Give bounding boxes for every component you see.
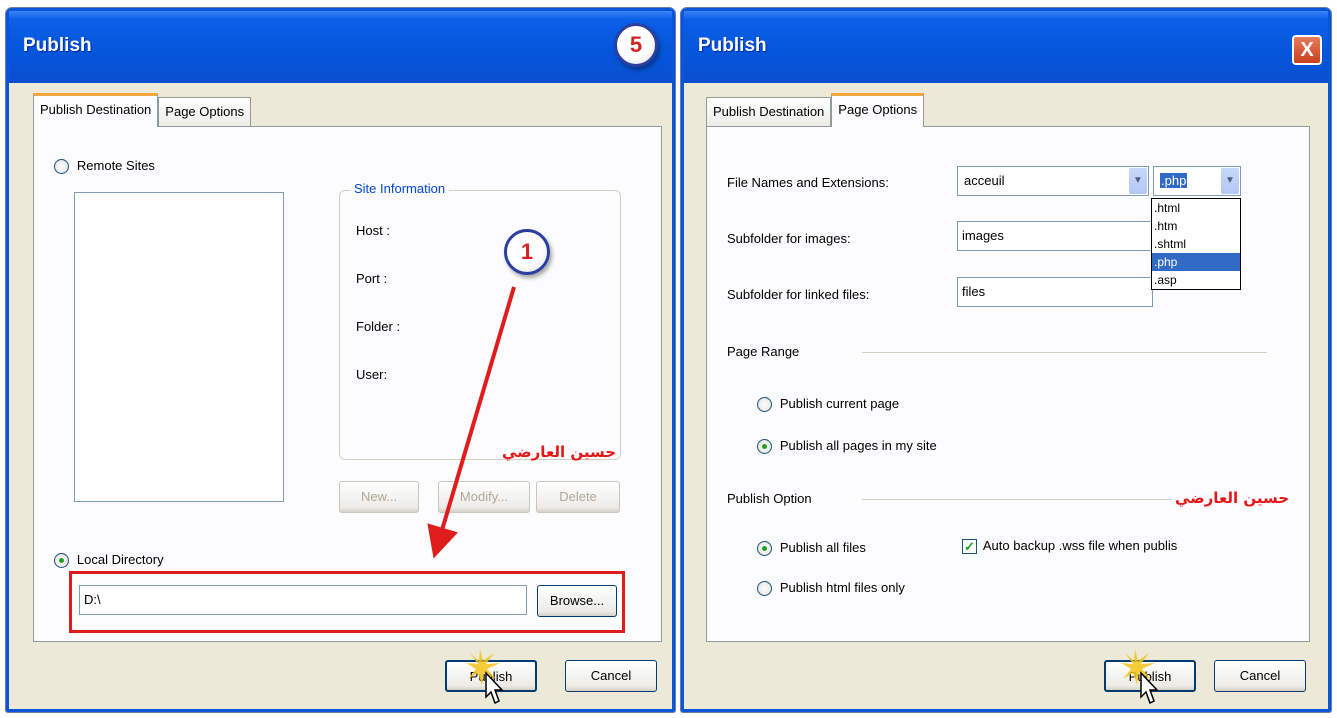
publish-current-label: Publish current page [779, 396, 900, 411]
hand-cursor-icon [466, 649, 504, 705]
file-names-label: File Names and Extensions: [727, 175, 889, 190]
file-name-select[interactable]: acceuil ▼ [957, 166, 1149, 196]
checkmark-icon: ✓ [962, 538, 977, 554]
extension-option[interactable]: .shtml [1152, 235, 1240, 253]
extension-option[interactable]: .htm [1152, 217, 1240, 235]
extension-value: .php [1160, 173, 1188, 188]
file-name-value: acceuil [964, 173, 1005, 188]
subfolder-files-label: Subfolder for linked files: [727, 287, 870, 302]
publish-html-only-radio[interactable]: Publish html files only [757, 579, 905, 596]
chevron-down-icon[interactable]: ▼ [1129, 168, 1147, 194]
extension-option[interactable]: .html [1152, 199, 1240, 217]
page-options-panel: File Names and Extensions: acceuil ▼ .ph… [706, 126, 1310, 642]
hand-cursor-icon [1121, 649, 1159, 705]
cancel-button[interactable]: Cancel [565, 660, 657, 692]
watermark-text: حسين العارضي [1175, 489, 1290, 507]
publish-all-pages-radio[interactable]: Publish all pages in my site [757, 437, 937, 454]
extension-select[interactable]: .php ▼ [1153, 166, 1241, 196]
extension-dropdown-list: .html .htm .shtml .php .asp [1151, 198, 1241, 290]
subfolder-images-input[interactable]: images [957, 221, 1153, 251]
extension-option[interactable]: .asp [1152, 271, 1240, 289]
chevron-down-icon[interactable]: ▼ [1221, 168, 1239, 194]
subfolder-images-label: Subfolder for images: [727, 231, 851, 246]
cancel-button[interactable]: Cancel [1214, 660, 1306, 692]
page-range-label: Page Range [727, 344, 800, 359]
extension-option[interactable]: .php [1152, 253, 1240, 271]
publish-all-files-label: Publish all files [779, 540, 866, 555]
tab-publish-destination[interactable]: Publish Destination [706, 97, 832, 127]
publish-option-separator [862, 499, 1172, 500]
dialog-title: Publish [698, 35, 767, 56]
publish-html-only-label: Publish html files only [779, 580, 905, 595]
publish-all-files-radio[interactable]: Publish all files [757, 539, 866, 556]
publish-dialog-right: Publish X Publish Destination Page Optio… [681, 8, 1331, 712]
page-range-separator [862, 352, 1267, 353]
auto-backup-label: Auto backup .wss file when publis [982, 538, 1178, 553]
radio-icon [757, 396, 772, 412]
tab-publish-destination[interactable]: Publish Destination [33, 93, 159, 127]
publish-dialog-left: Publish 5 Publish Destination Page Optio… [6, 8, 675, 712]
radio-icon [757, 438, 772, 454]
close-icon[interactable]: X [1292, 35, 1322, 65]
subfolder-files-input[interactable]: files [957, 277, 1153, 307]
tab-strip: Publish Destination Page Options [706, 93, 925, 127]
title-bar: Publish X [684, 11, 1328, 83]
publish-all-pages-label: Publish all pages in my site [779, 438, 937, 453]
radio-icon [757, 580, 772, 596]
radio-icon [757, 540, 772, 556]
publish-current-radio[interactable]: Publish current page [757, 395, 899, 412]
publish-option-label: Publish Option [727, 491, 812, 506]
auto-backup-checkbox[interactable]: ✓ Auto backup .wss file when publis [962, 537, 1177, 554]
tab-page-options[interactable]: Page Options [831, 93, 925, 127]
